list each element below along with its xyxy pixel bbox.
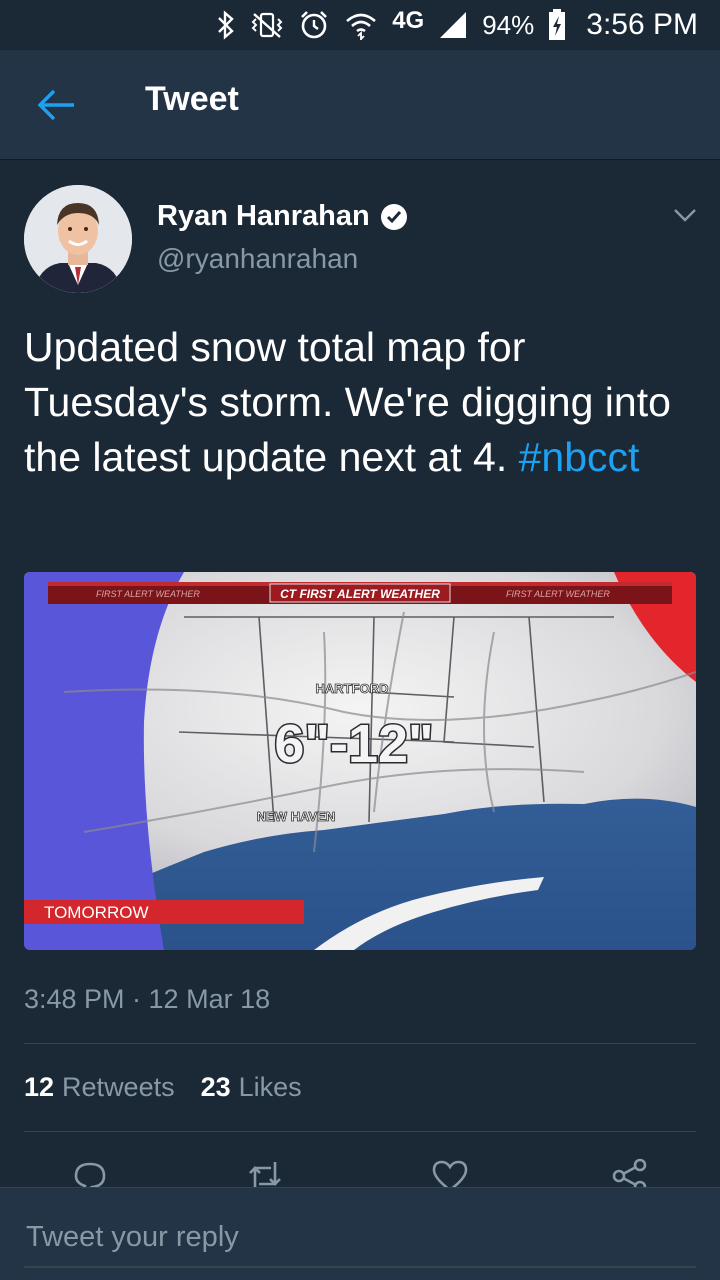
back-button[interactable] (36, 88, 76, 122)
retweets-label: Retweets (62, 1072, 175, 1102)
likes-count: 23 (200, 1072, 231, 1102)
divider (24, 1043, 696, 1044)
profile-photo (24, 185, 132, 293)
bluetooth-icon (216, 10, 236, 40)
tweet-media-image[interactable]: FIRST ALERT WEATHER FIRST ALERT WEATHER … (24, 572, 696, 950)
likes-stat[interactable]: 23 Likes (201, 1072, 302, 1103)
snow-map-image: FIRST ALERT WEATHER FIRST ALERT WEATHER … (24, 572, 696, 950)
signal-icon (438, 10, 468, 40)
reply-input-underline (24, 1266, 696, 1268)
battery-percent: 94% (482, 9, 535, 40)
reply-input[interactable] (24, 1214, 688, 1260)
retweets-count: 12 (24, 1072, 55, 1102)
snow-total-label: 6"-12" (274, 714, 433, 774)
chevron-down-icon (674, 209, 696, 222)
divider (24, 1131, 696, 1132)
tweet-timestamp: 3:48 PM · 12 Mar 18 (24, 984, 271, 1014)
page-title: Tweet (145, 80, 239, 118)
verified-badge-icon (380, 203, 408, 231)
tweet-stats: 12 Retweets 23 Likes (24, 1072, 302, 1103)
author-name[interactable]: Ryan Hanrahan (157, 200, 408, 233)
banner-title: CT FIRST ALERT WEATHER (280, 587, 440, 601)
status-clock: 3:56 PM (586, 8, 698, 41)
alarm-icon (298, 9, 330, 41)
battery-charging-icon (548, 9, 566, 41)
tomorrow-tag: TOMORROW (44, 903, 149, 922)
reply-bar (0, 1187, 720, 1280)
tweet-text: Updated snow total map for Tuesday's sto… (24, 320, 704, 485)
retweets-stat[interactable]: 12 Retweets (24, 1072, 175, 1103)
hashtag-link[interactable]: #nbcct (519, 434, 640, 480)
banner-side-right: FIRST ALERT WEATHER (506, 589, 610, 599)
more-options-button[interactable] (670, 200, 700, 230)
city-label-new-haven: NEW HAVEN (257, 809, 335, 824)
likes-label: Likes (238, 1072, 302, 1102)
author-name-text: Ryan Hanrahan (157, 200, 370, 232)
status-bar: 4G 94% 3:56 PM (0, 0, 720, 50)
banner-side-left: FIRST ALERT WEATHER (96, 589, 200, 599)
tweet-actions (0, 1150, 720, 1195)
mute-vibrate-icon (250, 10, 284, 40)
author-handle[interactable]: @ryanhanrahan (157, 243, 358, 275)
network-type-label: 4G (392, 7, 425, 34)
city-label-hartford: HARTFORD (316, 681, 389, 696)
wifi-icon (344, 9, 378, 41)
4g-lte-icon: 4G (392, 7, 424, 35)
avatar[interactable] (24, 185, 132, 293)
back-arrow-icon (37, 89, 74, 121)
top-app-bar: Tweet (0, 50, 720, 160)
